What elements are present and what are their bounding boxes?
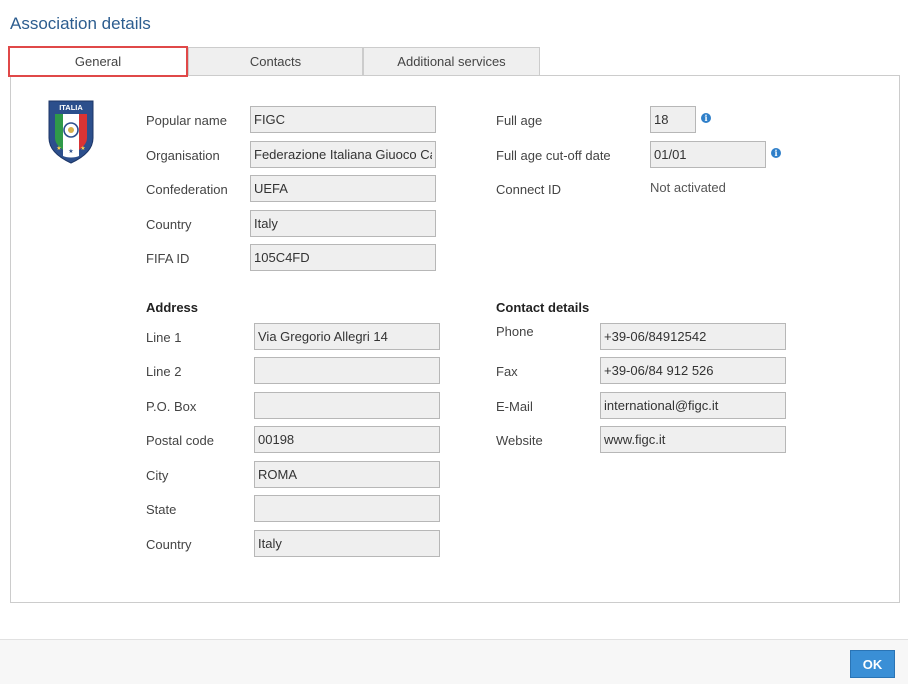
confederation-label: Confederation <box>146 182 228 197</box>
phone-field[interactable] <box>600 323 786 350</box>
address-country-field[interactable] <box>254 530 440 557</box>
full-age-cutoff-label: Full age cut-off date <box>496 148 611 163</box>
country-label: Country <box>146 217 192 232</box>
po-box-field[interactable] <box>254 392 440 419</box>
address-line2-label: Line 2 <box>146 364 182 379</box>
address-line2-field[interactable] <box>254 357 440 384</box>
tab-additional-services-label: Additional services <box>397 54 506 69</box>
dialog-footer <box>0 639 908 684</box>
tab-contacts-label: Contacts <box>249 54 302 69</box>
full-age-label: Full age <box>496 113 543 128</box>
website-field[interactable] <box>600 426 786 453</box>
postal-code-label: Postal code <box>146 433 214 448</box>
full-age-cutoff-info-icon[interactable]: i <box>771 148 781 158</box>
svg-text:★: ★ <box>80 145 85 152</box>
website-label: Website <box>496 433 543 448</box>
address-line1-field[interactable] <box>254 323 440 350</box>
address-country-label: Country <box>146 537 192 552</box>
fax-label: Fax <box>496 364 518 379</box>
fax-field[interactable] <box>600 357 786 384</box>
city-field[interactable] <box>254 461 440 488</box>
popular-name-label: Popular name <box>146 113 227 128</box>
tab-contacts[interactable]: Contacts <box>188 47 363 75</box>
city-label: City <box>146 468 169 483</box>
connect-id-label: Connect ID <box>496 182 562 197</box>
dialog-title: Association details <box>10 14 151 33</box>
state-field[interactable] <box>254 495 440 522</box>
phone-label: Phone <box>496 324 534 339</box>
full-age-cutoff-field[interactable] <box>650 141 766 168</box>
svg-text:★: ★ <box>56 145 61 152</box>
connect-id-value: Not activated <box>650 180 726 195</box>
state-label: State <box>146 502 177 517</box>
popular-name-field[interactable] <box>250 106 436 133</box>
figc-crest-icon: ITALIA ★ ★ ★ <box>48 100 94 164</box>
svg-text:★: ★ <box>68 148 73 155</box>
po-box-label: P.O. Box <box>146 399 197 414</box>
fifa-id-field[interactable] <box>250 244 436 271</box>
confederation-field[interactable] <box>250 175 436 202</box>
organisation-label: Organisation <box>146 148 220 163</box>
tab-general[interactable]: General <box>8 46 188 77</box>
crest-text: ITALIA <box>59 103 83 112</box>
country-field[interactable] <box>250 210 436 237</box>
full-age-field[interactable] <box>650 106 696 133</box>
fifa-id-label: FIFA ID <box>146 251 190 266</box>
contact-details-section-title: Contact details <box>496 300 590 315</box>
postal-code-field[interactable] <box>254 426 440 453</box>
email-label: E-Mail <box>496 399 533 414</box>
tab-general-label: General <box>74 54 122 69</box>
email-field[interactable] <box>600 392 786 419</box>
tab-additional-services[interactable]: Additional services <box>363 47 540 75</box>
ok-button[interactable]: OK <box>850 650 895 678</box>
address-line1-label: Line 1 <box>146 330 182 345</box>
organisation-field[interactable] <box>250 141 436 168</box>
address-section-title: Address <box>146 300 199 315</box>
full-age-info-icon[interactable]: i <box>701 113 711 123</box>
